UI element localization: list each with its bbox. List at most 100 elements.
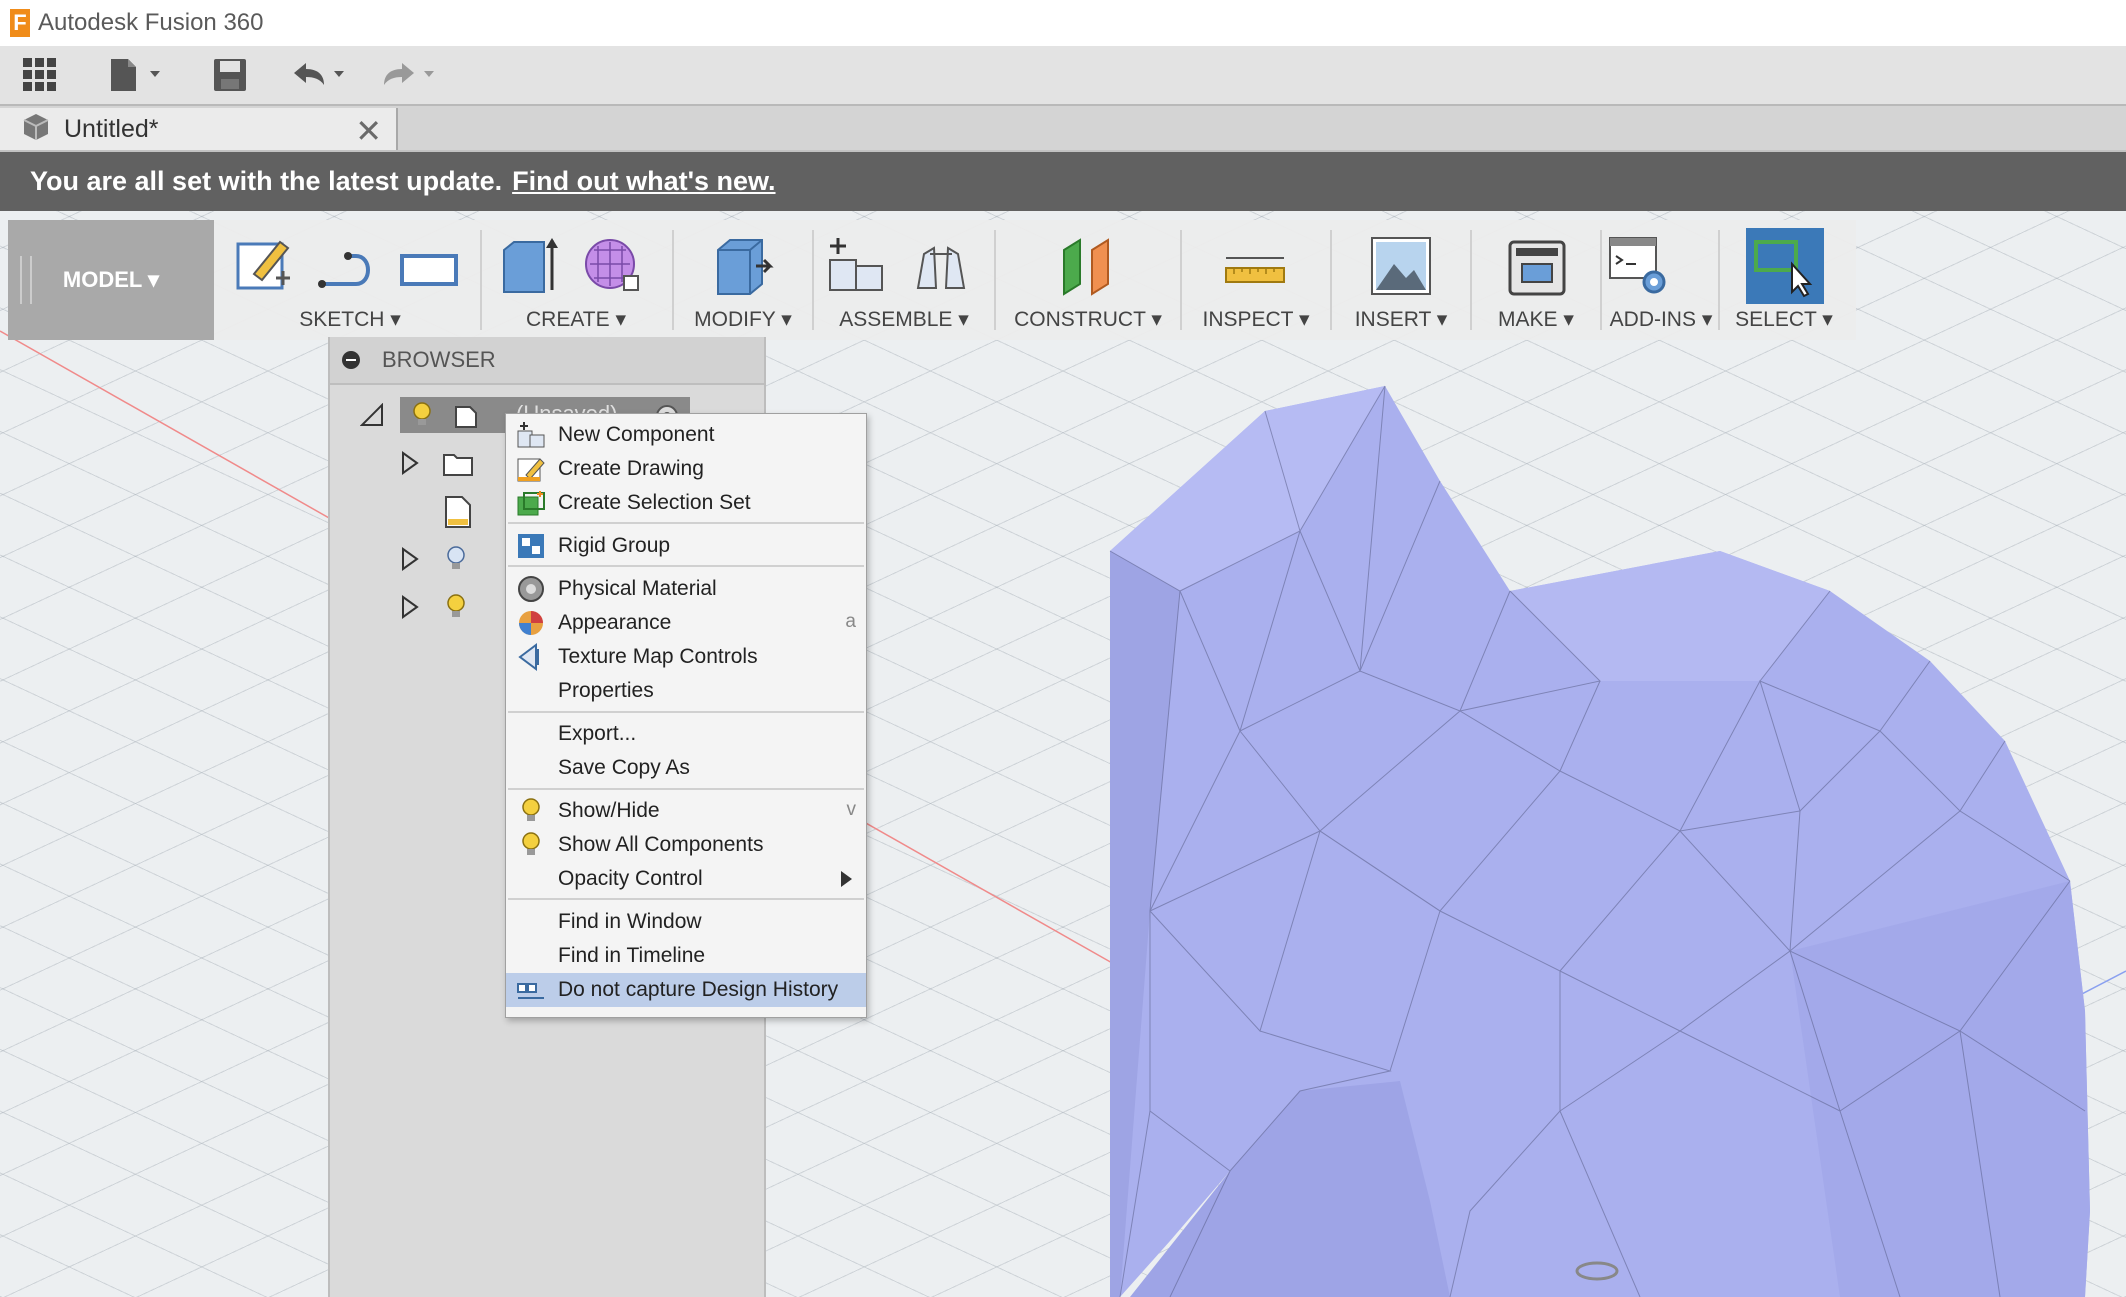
ribbon-separator xyxy=(1718,230,1720,330)
update-banner: You are all set with the latest update. … xyxy=(0,152,2126,211)
joint-icon xyxy=(916,246,966,289)
inspect-group-label: INSPECT ▾ xyxy=(1202,308,1310,331)
offset-plane-icon xyxy=(1063,238,1109,296)
make-group[interactable]: MAKE ▾ xyxy=(1476,220,1596,340)
menu-item-physical-material[interactable]: Physical Material xyxy=(506,572,866,606)
close-tab-icon[interactable]: ✕ xyxy=(355,112,382,150)
line-tool-icon xyxy=(318,252,370,288)
insert-image-icon xyxy=(1371,237,1431,295)
menu-item-create-selection-set[interactable]: Create Selection Set xyxy=(506,486,866,520)
menu-item-appearance[interactable]: Appearance a xyxy=(506,606,866,640)
rigid-group-icon xyxy=(518,534,544,558)
timeline-icon xyxy=(517,983,544,999)
create-group[interactable]: CREATE ▾ xyxy=(486,220,666,340)
menu-separator xyxy=(508,711,864,713)
assemble-group[interactable]: ASSEMBLE ▾ xyxy=(818,220,990,340)
menu-separator xyxy=(508,565,864,567)
save-icon[interactable] xyxy=(212,54,248,96)
visibility-bulb-icon xyxy=(447,594,465,617)
data-panel-grid-icon[interactable] xyxy=(22,54,58,96)
scripts-addins-icon xyxy=(1609,237,1666,294)
collapse-icon[interactable] xyxy=(342,351,360,369)
sketch-group[interactable]: SKETCH ▾ xyxy=(224,220,476,340)
visibility-bulb-icon xyxy=(522,832,540,855)
ribbon-separator xyxy=(1330,230,1332,330)
whats-new-link[interactable]: Find out what's new. xyxy=(512,166,775,197)
menu-item-do-not-capture-design-history[interactable]: Do not capture Design History xyxy=(506,973,866,1007)
expanded-triangle-icon xyxy=(360,403,383,426)
make-group-label: MAKE ▾ xyxy=(1498,308,1574,331)
browser-title: BROWSER xyxy=(382,347,496,372)
3d-print-icon xyxy=(1508,240,1566,296)
visibility-bulb-icon xyxy=(413,402,431,425)
quick-access-toolbar xyxy=(0,46,2126,106)
form-icon xyxy=(585,239,639,291)
visibility-bulb-icon xyxy=(522,798,540,821)
toolbar-grip xyxy=(20,256,32,304)
expand-triangle-icon xyxy=(402,451,419,475)
modify-group[interactable]: MODIFY ▾ xyxy=(678,220,808,340)
menu-item-find-in-window[interactable]: Find in Window xyxy=(506,905,866,939)
press-pull-icon xyxy=(717,239,774,295)
visibility-bulb-off-icon xyxy=(447,546,465,569)
ribbon-toolbar: MODEL ▾ SKETCH ▾ CREATE ▾ MODIFY ▾ ASSEM… xyxy=(8,220,1856,340)
canvas-viewport[interactable] xyxy=(0,211,2126,1297)
select-tool-icon xyxy=(1754,240,1813,298)
assemble-group-label: ASSEMBLE ▾ xyxy=(839,308,969,331)
fusion-logo-icon: F xyxy=(10,9,30,37)
document-tab-label: Untitled* xyxy=(64,114,159,143)
menu-item-opacity-control[interactable]: Opacity Control xyxy=(506,862,866,896)
new-component-icon xyxy=(829,238,883,291)
extrude-icon xyxy=(503,238,558,293)
insert-group[interactable]: INSERT ▾ xyxy=(1336,220,1466,340)
mesh-body xyxy=(1109,385,2090,1297)
show-hide-shortcut: v xyxy=(846,799,857,820)
undo-icon[interactable] xyxy=(290,54,356,96)
construct-group-label: CONSTRUCT ▾ xyxy=(1014,308,1162,331)
menu-item-show-hide[interactable]: Show/Hide v xyxy=(506,794,866,828)
ribbon-separator xyxy=(1180,230,1182,330)
menu-item-find-in-timeline[interactable]: Find in Timeline xyxy=(506,939,866,973)
menu-item-show-all-components[interactable]: Show All Components xyxy=(506,828,866,862)
create-drawing-icon xyxy=(517,458,545,482)
menu-item-create-drawing[interactable]: Create Drawing xyxy=(506,452,866,486)
appearance-icon xyxy=(519,611,543,635)
ribbon-separator xyxy=(1600,230,1602,330)
redo-icon[interactable] xyxy=(380,54,446,96)
menu-item-properties[interactable]: Properties xyxy=(506,674,866,708)
add-ins-group[interactable]: ADD-INS ▾ xyxy=(1606,220,1716,340)
browser-header[interactable]: BROWSER xyxy=(330,337,764,385)
document-tab[interactable]: Untitled* ✕ xyxy=(0,108,398,150)
modify-group-label: MODIFY ▾ xyxy=(694,308,792,331)
document-tab-strip: Untitled* ✕ xyxy=(0,106,2126,152)
window-title: Autodesk Fusion 360 xyxy=(38,9,264,36)
inspect-group[interactable]: INSPECT ▾ xyxy=(1186,220,1326,340)
sketch-group-label: SKETCH ▾ xyxy=(299,308,401,331)
menu-item-save-copy-as[interactable]: Save Copy As xyxy=(506,751,866,785)
new-component-icon xyxy=(517,422,545,448)
physical-material-icon xyxy=(518,576,544,602)
component-icon xyxy=(20,112,52,147)
menu-item-rigid-group[interactable]: Rigid Group xyxy=(506,529,866,563)
select-group-label: SELECT ▾ xyxy=(1735,308,1833,331)
workspace-switcher-button[interactable]: MODEL ▾ xyxy=(8,220,214,340)
menu-item-texture-map-controls[interactable]: Texture Map Controls xyxy=(506,640,866,674)
texture-map-icon xyxy=(518,643,539,671)
select-group[interactable]: SELECT ▾ xyxy=(1724,220,1844,340)
model-canvas xyxy=(0,330,2126,1297)
menu-item-export[interactable]: Export... xyxy=(506,717,866,751)
insert-group-label: INSERT ▾ xyxy=(1354,308,1448,331)
ribbon-separator xyxy=(1470,230,1472,330)
title-bar: F Autodesk Fusion 360 xyxy=(0,0,2126,46)
construct-group[interactable]: CONSTRUCT ▾ xyxy=(1000,220,1176,340)
root-component-icon xyxy=(455,406,477,428)
menu-item-new-component[interactable]: New Component xyxy=(506,418,866,452)
menu-separator xyxy=(508,522,864,524)
measure-icon xyxy=(1225,257,1285,283)
context-menu: New Component Create Drawing Create Sele… xyxy=(505,413,867,1018)
document-settings-icon xyxy=(445,496,471,528)
appearance-shortcut: a xyxy=(845,611,856,632)
rectangle-tool-icon xyxy=(400,254,458,286)
expand-triangle-icon xyxy=(402,595,419,619)
file-menu-icon[interactable] xyxy=(108,54,166,96)
